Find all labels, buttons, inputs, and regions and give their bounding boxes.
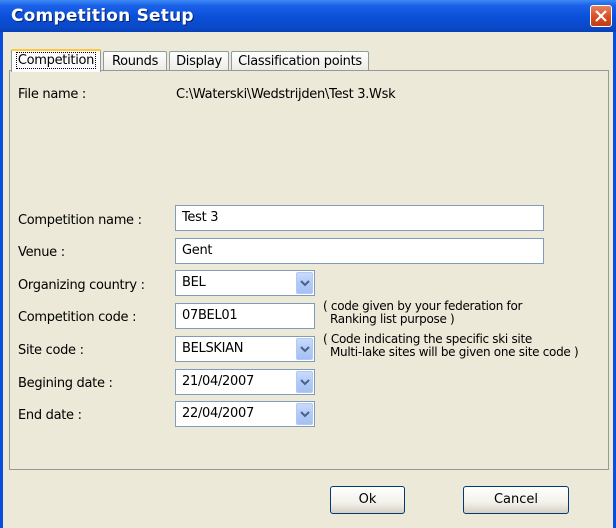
chevron-down-icon <box>300 280 310 287</box>
tab-display-label: Display <box>176 54 222 69</box>
dialog-client-area: Competition Rounds Display Classificatio… <box>3 32 613 528</box>
organizing-country-select[interactable]: BEL <box>175 270 315 296</box>
chevron-down-icon <box>300 346 310 353</box>
site-code-dropdown-button[interactable] <box>296 338 313 360</box>
cancel-button[interactable]: Cancel <box>463 486 569 514</box>
competition-tab-panel: File name : C:\Waterski\Wedstrijden\Test… <box>9 70 609 470</box>
close-button[interactable] <box>590 5 612 27</box>
tab-classification-points[interactable]: Classification points <box>231 51 369 70</box>
site-code-label: Site code : <box>18 343 84 358</box>
file-name-label: File name : <box>18 87 86 102</box>
organizing-country-value: BEL <box>182 275 206 290</box>
window-title: Competition Setup <box>11 6 194 26</box>
file-name-value: C:\Waterski\Wedstrijden\Test 3.Wsk <box>176 87 396 102</box>
title-bar[interactable]: Competition Setup <box>0 0 616 32</box>
end-date-value: 22/04/2007 <box>182 406 254 421</box>
beginning-date-picker[interactable]: 21/04/2007 <box>175 369 315 395</box>
tab-display[interactable]: Display <box>169 51 229 70</box>
competition-name-label: Competition name : <box>18 213 142 228</box>
organizing-country-dropdown-button[interactable] <box>296 272 313 294</box>
competition-code-input[interactable]: 07BEL01 <box>175 303 315 329</box>
competition-code-note-line2: Ranking list purpose ) <box>330 312 455 326</box>
tab-rounds[interactable]: Rounds <box>103 51 167 70</box>
chevron-down-icon <box>300 411 310 418</box>
venue-input[interactable]: Gent <box>175 238 544 264</box>
organizing-country-label: Organizing country : <box>18 278 145 293</box>
beginning-date-value: 21/04/2007 <box>182 374 254 389</box>
ok-button[interactable]: Ok <box>330 486 405 514</box>
end-date-label: End date : <box>18 408 82 423</box>
competition-setup-window: Competition Setup Competition Rounds Dis… <box>0 0 616 528</box>
venue-label: Venue : <box>18 245 65 260</box>
chevron-down-icon <box>300 379 310 386</box>
competition-name-input[interactable]: Test 3 <box>175 205 544 231</box>
beginning-date-dropdown-button[interactable] <box>296 371 313 393</box>
tab-classification-points-label: Classification points <box>238 54 362 69</box>
site-code-select[interactable]: BELSKIAN <box>175 336 315 362</box>
tab-competition[interactable]: Competition <box>11 49 101 72</box>
site-code-value: BELSKIAN <box>182 341 244 356</box>
tab-competition-label: Competition <box>15 52 97 69</box>
end-date-picker[interactable]: 22/04/2007 <box>175 401 315 427</box>
beginning-date-label: Begining date : <box>18 376 113 391</box>
close-icon <box>595 10 607 22</box>
tab-rounds-label: Rounds <box>111 54 159 69</box>
end-date-dropdown-button[interactable] <box>296 403 313 425</box>
competition-code-label: Competition code : <box>18 310 137 325</box>
site-code-note-line2: Multi-lake sites will be given one site … <box>330 345 579 359</box>
